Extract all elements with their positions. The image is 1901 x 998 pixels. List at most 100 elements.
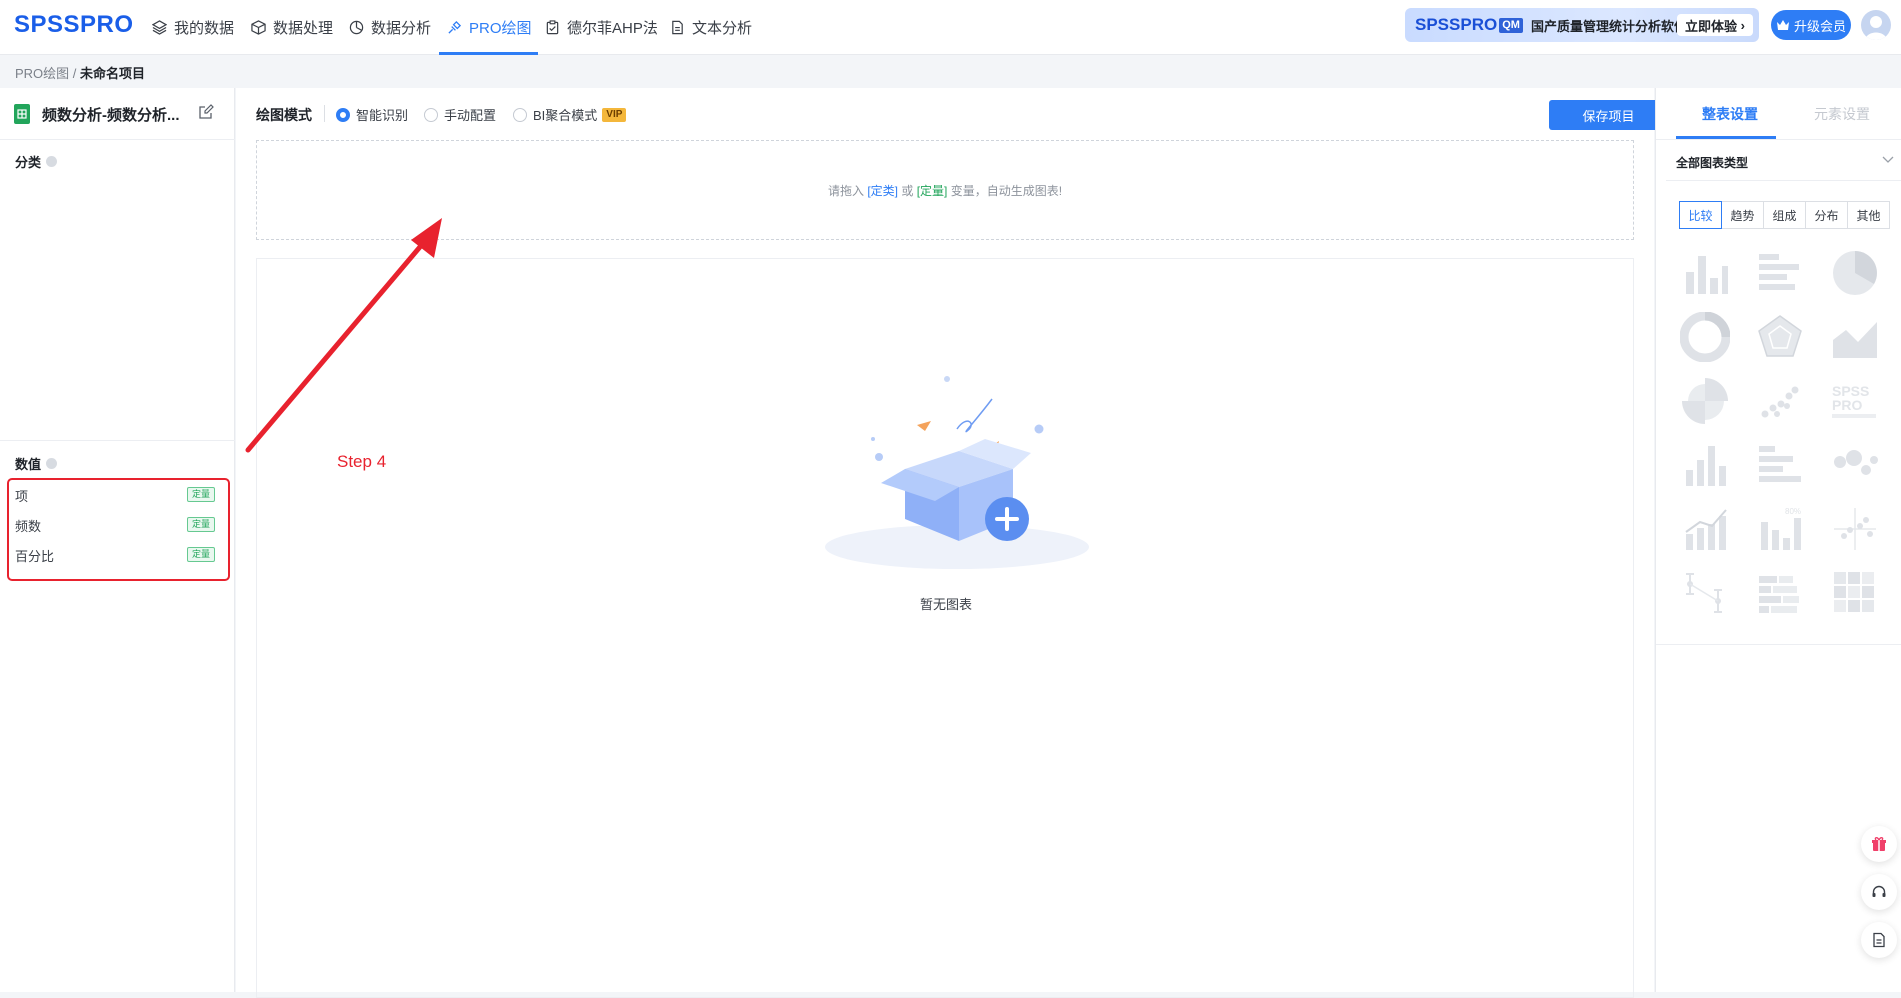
nav-data-analysis[interactable]: 数据分析	[349, 0, 431, 55]
nav-label: 数据处理	[273, 20, 334, 37]
mode-radio-manual[interactable]: 手动配置	[424, 105, 496, 124]
file-title: 频数分析-频数分析...	[42, 107, 180, 124]
mode-radio-smart[interactable]: 智能识别	[336, 105, 408, 124]
area-chart-icon[interactable]	[1830, 312, 1880, 362]
breadcrumb-separator: /	[72, 66, 77, 81]
category-tab-composition[interactable]: 组成	[1763, 201, 1806, 229]
category-tab-trend[interactable]: 趋势	[1721, 201, 1764, 229]
docs-button[interactable]	[1861, 922, 1897, 958]
banner-try-button[interactable]: 立即体验 ›	[1677, 14, 1753, 36]
error-bar-icon[interactable]	[1680, 568, 1730, 618]
nav-my-data[interactable]: 我的数据	[152, 0, 234, 55]
spsspro-logo-icon[interactable]: SPSSPRO	[1830, 376, 1880, 426]
drop-hint-or: 或	[901, 183, 914, 198]
step-annotation-label: Step 4	[337, 452, 387, 471]
breadcrumb: PRO绘图 / 未命名项目	[15, 63, 145, 82]
category-tab-other[interactable]: 其他	[1847, 201, 1890, 229]
nav-label: PRO绘图	[469, 20, 532, 37]
upgrade-label: 升级会员	[1793, 18, 1846, 34]
settings-tabs: 整表设置 元素设置	[1656, 88, 1901, 140]
divider	[1656, 644, 1901, 645]
highlight-box	[7, 478, 230, 581]
breadcrumb-parent[interactable]: PRO绘图	[15, 66, 69, 81]
empty-box-illustration	[825, 376, 1089, 569]
help-icon[interactable]	[46, 458, 58, 469]
bar-chart-icon[interactable]	[1680, 440, 1730, 490]
cube-icon	[251, 20, 266, 35]
banner-text: 国产质量管理统计分析软件	[1530, 18, 1687, 34]
heatmap-grid-icon[interactable]	[1830, 568, 1880, 618]
radar-chart-icon[interactable]	[1755, 312, 1805, 362]
divider	[324, 105, 325, 122]
nav-text-analysis[interactable]: 文本分析	[670, 0, 752, 55]
settings-panel: 整表设置 元素设置 全部图表类型 比较 趋势 组成 分布 其他 SPSS PRO …	[1655, 88, 1901, 992]
save-label: 保存项目	[1582, 108, 1635, 124]
brush-icon	[448, 20, 462, 34]
category-tab-compare[interactable]: 比较	[1679, 201, 1722, 229]
rose-chart-icon[interactable]	[1680, 376, 1730, 426]
doc-icon	[1873, 932, 1885, 948]
crown-icon	[1776, 20, 1789, 30]
clipboard-check-icon	[546, 20, 559, 35]
percent-bar-icon[interactable]: 80%	[1755, 504, 1805, 554]
annotation-arrow	[245, 218, 442, 453]
edit-icon[interactable]	[198, 104, 214, 125]
chart-category-tabs: 比较 趋势 组成 分布 其他	[1679, 201, 1890, 229]
category-title: 分类	[15, 155, 42, 170]
variable-drop-zone[interactable]: 请拖入 [定类] 或 [定量] 变量，自动生成图表!	[256, 140, 1634, 240]
tab-table-settings[interactable]: 整表设置	[1702, 104, 1758, 124]
tab-element-settings[interactable]: 元素设置	[1814, 104, 1870, 124]
numeric-title: 数值	[15, 457, 42, 472]
nav-delphi-ahp[interactable]: 德尔菲AHP法	[545, 0, 658, 55]
active-tab-indicator	[1676, 136, 1776, 139]
promo-banner[interactable]: SPSSPRO QM 国产质量管理统计分析软件 立即体验 ›	[1405, 8, 1759, 42]
banner-logo: SPSSPRO	[1415, 15, 1498, 34]
bubble-chart-icon[interactable]	[1830, 440, 1880, 490]
chevron-down-icon[interactable]	[1882, 156, 1894, 164]
empty-state-text: 暂无图表	[919, 597, 972, 612]
bar-chart-icon[interactable]	[1680, 248, 1730, 298]
scatter-chart-icon[interactable]	[1755, 376, 1805, 426]
top-navbar: SPSSPRO 我的数据 数据处理 数据分析 PRO绘图 德尔菲AHP法 文本分…	[0, 0, 1901, 55]
vip-badge: VIP	[602, 107, 627, 122]
chart-type-select[interactable]: 全部图表类型	[1676, 154, 1890, 171]
file-header: 频数分析-频数分析...	[0, 88, 235, 140]
headset-icon	[1872, 885, 1886, 897]
chart-canvas: 暂无图表	[256, 258, 1634, 998]
stacked-bar-icon[interactable]	[1755, 568, 1805, 618]
horizontal-bar-icon[interactable]	[1755, 440, 1805, 490]
bar-line-combo-icon[interactable]	[1680, 504, 1730, 554]
horizontal-bar-icon[interactable]	[1755, 248, 1805, 298]
support-button[interactable]	[1861, 874, 1897, 910]
nav-pro-chart[interactable]: PRO绘图	[439, 0, 537, 55]
breadcrumb-current: 未命名项目	[80, 66, 146, 81]
numeric-section-title: 数值	[15, 454, 58, 473]
upgrade-button[interactable]: 升级会员	[1771, 10, 1851, 40]
nav-data-processing[interactable]: 数据处理	[251, 0, 333, 55]
category-section-title: 分类	[15, 152, 58, 171]
nav-label: 数据分析	[371, 20, 432, 37]
drop-hint-suffix: 变量，自动生成图表!	[950, 183, 1063, 198]
scatter-cross-icon[interactable]	[1830, 504, 1880, 554]
banner-button-label: 立即体验	[1685, 18, 1738, 34]
save-project-button[interactable]: 保存项目	[1549, 100, 1668, 130]
radio-dot	[513, 107, 527, 122]
gift-button[interactable]	[1861, 826, 1897, 862]
document-icon	[672, 20, 683, 35]
avatar[interactable]	[1861, 10, 1891, 40]
mode-bar: 绘图模式 智能识别 手动配置 BI聚合模式 VIP 保存项目	[236, 88, 1668, 138]
chevron-right-icon: ›	[1740, 17, 1745, 33]
gift-icon	[1872, 837, 1886, 851]
drop-hint-prefix: 请拖入	[827, 183, 864, 198]
pie-chart-icon[interactable]	[1830, 248, 1880, 298]
help-icon[interactable]	[46, 156, 58, 167]
category-tab-distribution[interactable]: 分布	[1805, 201, 1848, 229]
app-logo[interactable]: SPSSPRO	[14, 11, 134, 39]
mode-radio-label: 手动配置	[444, 108, 497, 123]
radio-dot	[336, 107, 350, 122]
donut-chart-icon[interactable]	[1680, 312, 1730, 362]
mode-radio-label: 智能识别	[356, 108, 409, 123]
mode-radio-bi[interactable]: BI聚合模式 VIP	[513, 105, 627, 124]
user-icon	[1865, 16, 1887, 40]
nav-label: 文本分析	[692, 20, 753, 37]
